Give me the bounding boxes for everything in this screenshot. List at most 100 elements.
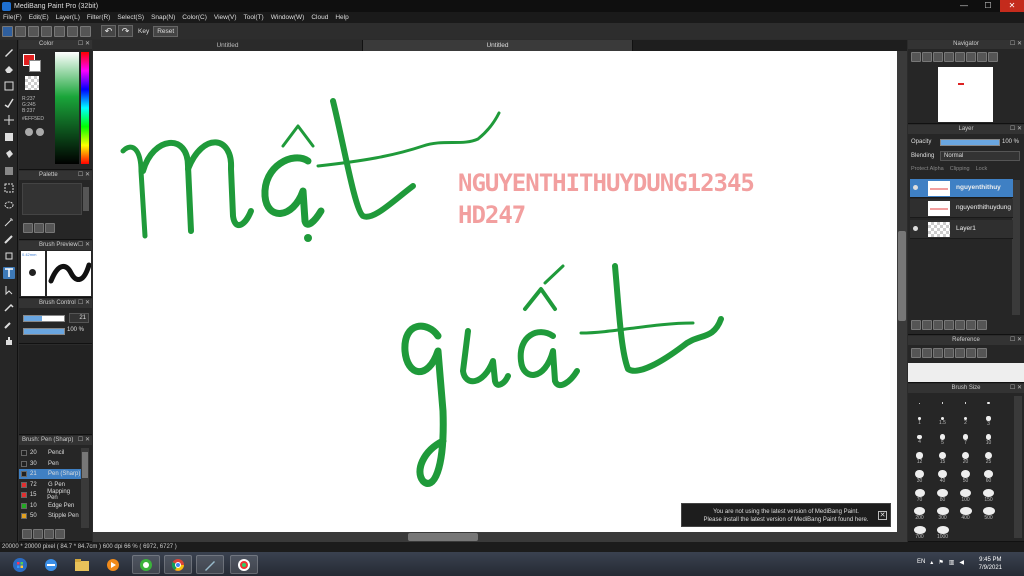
brush-size-option[interactable]: 1000 <box>934 525 951 540</box>
media-player-icon[interactable] <box>99 555 127 574</box>
layer-opacity-slider[interactable] <box>940 139 1000 146</box>
dot-tool-icon[interactable] <box>3 97 15 109</box>
brush-size-option[interactable]: 5 <box>934 433 951 447</box>
select-pen-tool-icon[interactable] <box>3 233 15 245</box>
brush-size-option[interactable]: 2 <box>957 415 974 429</box>
tab-untitled-2[interactable]: Untitled <box>363 40 633 51</box>
layer-scrollbar[interactable] <box>1012 180 1020 315</box>
brush-size-option[interactable]: 50 <box>957 470 974 484</box>
zoom-out-icon[interactable] <box>922 52 932 62</box>
clock[interactable]: 9:45 PM 7/9/2021 <box>979 556 1002 572</box>
brush-size-option[interactable]: 700 <box>911 525 928 540</box>
share-icon[interactable] <box>67 25 78 37</box>
transparent-swatch[interactable] <box>25 76 39 90</box>
brush-list-item[interactable]: 10 Edge Pen <box>19 501 81 511</box>
reference-eyedropper-icon[interactable] <box>977 348 987 358</box>
brush-list-item[interactable]: 50 Stipple Pen <box>19 511 81 521</box>
hand-tool-icon[interactable] <box>3 335 15 347</box>
tab-untitled-1[interactable]: Untitled <box>93 40 363 51</box>
layer-type-icon[interactable] <box>944 320 954 330</box>
palette-alt-icon[interactable] <box>36 128 44 136</box>
save-icon[interactable] <box>41 25 52 37</box>
brush-size-option[interactable] <box>957 396 974 410</box>
brush-list-item[interactable]: 20 Pencil <box>19 448 81 458</box>
reference-fit-icon[interactable] <box>966 348 976 358</box>
menu-edit[interactable]: Edit(E) <box>29 14 49 21</box>
chrome-icon[interactable] <box>164 555 192 574</box>
lasso-tool-icon[interactable] <box>3 199 15 211</box>
brush-size-option[interactable]: 30 <box>911 470 928 484</box>
delete-layer-icon[interactable] <box>977 320 987 330</box>
reference-zoom-out-icon[interactable] <box>955 348 965 358</box>
layer-row-1[interactable]: nguyenthithuy <box>910 179 1013 198</box>
brush-size-option[interactable]: 200 <box>911 507 928 521</box>
menu-file[interactable]: File(F) <box>3 14 22 21</box>
move-tool-icon[interactable] <box>3 114 15 126</box>
brush-size-option[interactable]: 20 <box>957 451 974 466</box>
menu-tool[interactable]: Tool(T) <box>244 14 264 21</box>
ie-icon[interactable] <box>37 555 65 574</box>
layer-row-2[interactable]: nguyenthithuydung <box>910 199 1013 218</box>
notification-close-button[interactable]: ✕ <box>878 511 887 520</box>
brush-size-option[interactable]: 1 <box>911 415 928 429</box>
brush-size-option[interactable]: 15 <box>934 452 951 466</box>
actual-size-icon[interactable] <box>944 52 954 62</box>
canvas-vertical-scrollbar[interactable] <box>897 51 907 542</box>
close-button[interactable]: ✕ <box>1000 0 1024 12</box>
update-notification[interactable]: You are not using the latest version of … <box>681 503 891 527</box>
fill-rect-tool-icon[interactable] <box>3 131 15 143</box>
eraser-tool-icon[interactable] <box>3 63 15 75</box>
brush-size-option[interactable]: 60 <box>980 470 997 484</box>
brush-list-scrollbar[interactable] <box>81 448 89 528</box>
brush-size-option[interactable]: 1.5 <box>934 415 951 429</box>
brush-size-option[interactable]: 12 <box>911 452 928 466</box>
brush-opacity-slider[interactable] <box>23 328 65 335</box>
brush-size-option[interactable]: 40 <box>934 470 951 484</box>
rotate-reset-icon[interactable] <box>966 52 976 62</box>
brush-tool-icon[interactable] <box>3 46 15 58</box>
brush-list-item[interactable]: 15 Mapping Pen <box>19 489 81 501</box>
bucket-tool-icon[interactable] <box>3 148 15 160</box>
merge-layer-icon[interactable] <box>933 320 943 330</box>
menu-select[interactable]: Select(S) <box>117 14 144 21</box>
menu-window[interactable]: Window(W) <box>271 14 305 21</box>
eye-icon[interactable] <box>913 226 918 231</box>
maximize-button[interactable]: ☐ <box>976 0 1000 12</box>
reference-open-icon[interactable] <box>911 348 921 358</box>
menu-filter[interactable]: Filter(R) <box>87 14 110 21</box>
layer-settings-icon[interactable] <box>966 320 976 330</box>
brush-size-option[interactable]: 100 <box>957 488 974 503</box>
reset-button[interactable]: Reset <box>153 25 179 37</box>
zoom-in-icon[interactable] <box>911 52 921 62</box>
flip-icon[interactable] <box>988 52 998 62</box>
palette-scrollbar[interactable] <box>83 187 89 211</box>
menu-view[interactable]: View(V) <box>214 14 237 21</box>
color-gradient-box[interactable] <box>55 52 79 164</box>
protect-alpha-checkbox[interactable]: Protect Alpha <box>911 166 944 172</box>
palette-icon[interactable] <box>25 128 33 136</box>
reference-zoom-in-icon[interactable] <box>944 348 954 358</box>
export-icon[interactable] <box>54 25 65 37</box>
explorer-icon[interactable] <box>68 555 96 574</box>
layer-row-3[interactable]: Layer1 <box>910 220 1013 239</box>
eyedropper2-tool-icon[interactable] <box>3 318 15 330</box>
undo-button[interactable]: ↶ <box>101 25 116 37</box>
operation-tool-icon[interactable] <box>3 284 15 296</box>
menu-help[interactable]: Help <box>335 14 348 21</box>
brush-size-option[interactable]: 150 <box>980 488 997 503</box>
brush-menu-icon[interactable] <box>55 529 65 539</box>
folder-icon[interactable] <box>955 320 965 330</box>
navigator-thumbnail[interactable] <box>938 67 993 122</box>
blending-select[interactable]: Normal <box>940 151 1020 161</box>
reference-close-icon[interactable] <box>933 348 943 358</box>
eye-icon[interactable] <box>913 185 918 190</box>
reference-area[interactable] <box>908 363 1024 382</box>
magic-wand-tool-icon[interactable] <box>3 216 15 228</box>
brush-settings-icon[interactable] <box>33 529 43 539</box>
copy-layer-icon[interactable] <box>922 320 932 330</box>
canvas-horizontal-scrollbar[interactable] <box>93 532 897 542</box>
reference-folder-icon[interactable] <box>922 348 932 358</box>
cloud-icon[interactable] <box>2 25 13 37</box>
menu-color[interactable]: Color(C) <box>182 14 207 21</box>
open-file-icon[interactable] <box>28 25 39 37</box>
